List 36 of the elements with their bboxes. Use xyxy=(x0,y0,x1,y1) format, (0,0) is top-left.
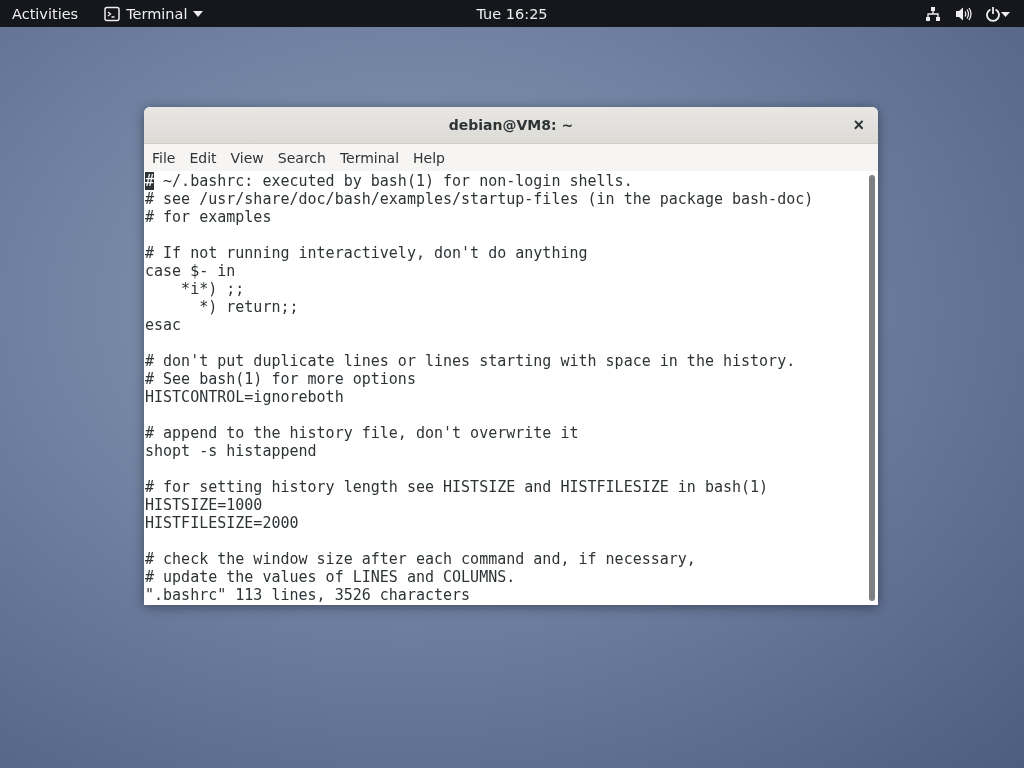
status-line: ".bashrc" 113 lines, 3526 characters xyxy=(145,586,471,604)
caret-icon xyxy=(193,10,204,17)
terminal-line: # for setting history length see HISTSIZE and HISTFILESIZE in bash(1) xyxy=(145,478,769,496)
activities-button[interactable]: Activities xyxy=(2,2,89,25)
terminal-line: HISTFILESIZE=2000 xyxy=(145,514,299,532)
terminal-line: # If not running interactively, don't do anything xyxy=(145,244,588,262)
menu-item[interactable]: Terminal xyxy=(332,147,407,168)
terminal-line: *i*) ;; xyxy=(180,280,245,298)
terminal-line: # ~/.bashrc: executed by bash(1) for non-login shells. xyxy=(145,172,633,190)
network-icon[interactable] xyxy=(925,5,941,22)
close-button[interactable]: × xyxy=(849,115,868,135)
volume-icon[interactable] xyxy=(955,5,972,22)
power-icon[interactable] xyxy=(986,5,1010,22)
terminal-line: # see /usr/share/doc/bash/examples/startup-files (in the package bash-doc) xyxy=(145,190,814,208)
terminal-line: *) return;; xyxy=(198,298,299,316)
app-menu-button[interactable]: Terminal xyxy=(94,2,214,25)
terminal-line: HISTSIZE=1000 xyxy=(145,496,263,514)
menu-item[interactable]: Search xyxy=(270,147,333,168)
terminal-line: shopt -s histappend xyxy=(145,442,317,460)
scrollbar[interactable] xyxy=(869,175,875,601)
terminal-line: case $- in xyxy=(145,262,236,280)
terminal-icon xyxy=(104,5,121,22)
terminal-line: # for examples xyxy=(145,208,272,226)
terminal-line: # check the window size after each command and, if necessary, xyxy=(145,550,696,568)
clock-button[interactable]: Tue 16:25 xyxy=(466,2,558,25)
terminal-line: # update the values of LINES and COLUMNS. xyxy=(145,568,516,586)
menu-item[interactable]: Help xyxy=(406,147,452,168)
menu-item[interactable]: Edit xyxy=(182,147,224,168)
menu-item[interactable]: View xyxy=(223,147,271,168)
terminal-line: # don't put duplicate lines or lines starting with space in the history. xyxy=(145,352,796,370)
window-title: debian@VM8: ~ xyxy=(448,117,574,133)
menu-item[interactable]: File xyxy=(145,147,183,168)
terminal-line: # See bash(1) for more options xyxy=(145,370,416,388)
terminal-line: HISTCONTROL=ignoreboth xyxy=(145,388,344,406)
terminal-line: esac xyxy=(145,316,182,334)
terminal-line: # append to the history file, don't overwrite it xyxy=(145,424,579,442)
